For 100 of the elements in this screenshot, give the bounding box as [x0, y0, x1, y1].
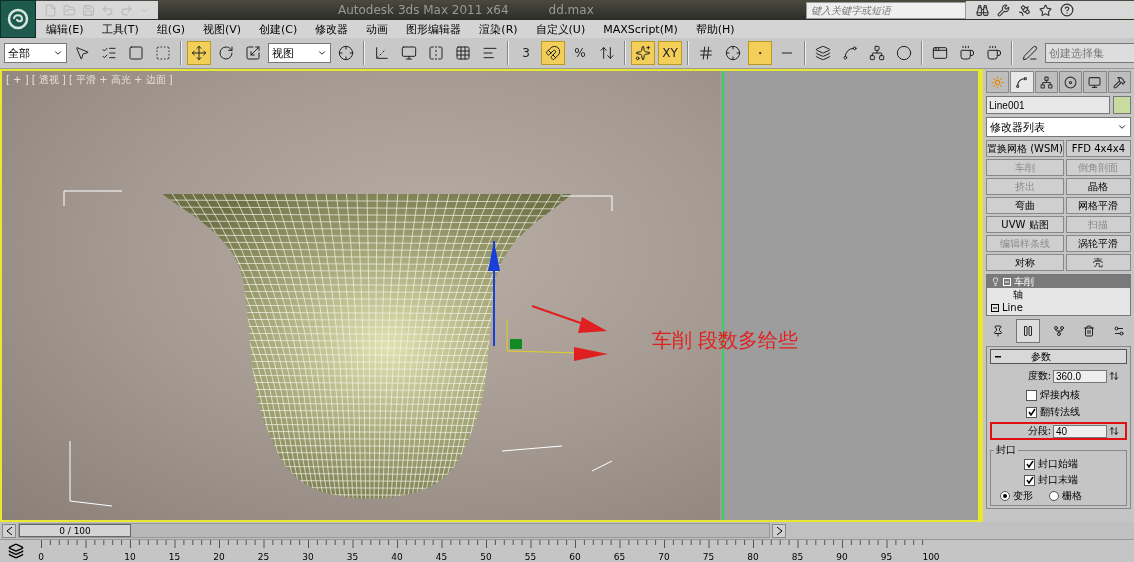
menu-item[interactable]: 动画: [366, 21, 389, 37]
ruler-label: 65: [613, 552, 626, 562]
checkbox[interactable]: [1026, 406, 1037, 418]
previous-frame-button[interactable]: [2, 523, 16, 538]
object-name-field[interactable]: Line001: [986, 96, 1110, 114]
menu-item[interactable]: 视图(V): [202, 21, 242, 37]
check-icon: [1027, 408, 1036, 416]
window-title: Autodesk 3ds Max 2011 x64: [338, 3, 509, 17]
panel-tab[interactable]: [1083, 71, 1107, 93]
ruler-label: 55: [524, 552, 537, 562]
checkbox[interactable]: [1024, 474, 1035, 486]
checkbox[interactable]: [1026, 389, 1037, 401]
spinner-icon[interactable]: [1109, 426, 1119, 436]
binoculars-icon[interactable]: [976, 3, 989, 17]
menu-item[interactable]: 编辑(E): [46, 21, 84, 37]
ruler-label: 90: [836, 552, 848, 562]
create-icon: [991, 75, 1005, 89]
checkbox-label: 封口末端: [1038, 473, 1078, 487]
app-logo-icon[interactable]: [0, 0, 36, 38]
modifier-button[interactable]: 晶格: [1065, 178, 1131, 195]
ruler-label: 25: [257, 552, 270, 562]
panel-tab[interactable]: [1034, 71, 1058, 93]
display-icon: [1088, 75, 1102, 89]
panel-tab[interactable]: [1059, 71, 1083, 93]
modifier-button[interactable]: UVW 贴图: [986, 216, 1064, 233]
collapse-icon[interactable]: [991, 303, 999, 312]
degrees-field[interactable]: 360.0: [1053, 369, 1107, 383]
ruler-label: 75: [702, 552, 715, 562]
menu-item[interactable]: 修改器: [315, 21, 349, 37]
ruler-label: 60: [569, 552, 581, 562]
stack-item[interactable]: 车削: [987, 275, 1130, 288]
radio-dot-icon: [1003, 494, 1007, 498]
file-name: dd.max: [548, 3, 594, 17]
configure-icon: [1113, 325, 1125, 337]
pin-icon: [992, 325, 1004, 337]
end-result-icon: [1022, 325, 1035, 337]
menu-item[interactable]: 渲染(R): [479, 21, 518, 37]
degrees-label: 度数:: [1027, 369, 1051, 383]
ruler-label: 20: [213, 552, 225, 562]
modifier-button[interactable]: FFD 4x4x4: [1065, 140, 1131, 157]
checkbox-label: 翻转法线: [1040, 405, 1080, 419]
hierarchy-icon: [1039, 75, 1053, 89]
help-icon[interactable]: [1060, 3, 1074, 17]
color-swatch[interactable]: [1113, 96, 1131, 114]
modifier-button[interactable]: 壳: [1065, 254, 1131, 271]
modifier-button[interactable]: 网格平滑: [1065, 197, 1131, 214]
snap-toggle-button[interactable]: 3: [514, 41, 538, 65]
checkbox[interactable]: [1024, 458, 1035, 470]
modifier-button[interactable]: 对称: [986, 254, 1064, 271]
key-icon[interactable]: [997, 3, 1010, 17]
menu-item[interactable]: 图形编辑器: [406, 21, 462, 37]
toolbar-dropdown[interactable]: 全部: [4, 43, 67, 63]
next-frame-button[interactable]: [772, 523, 786, 538]
ruler-label: 85: [791, 552, 804, 562]
satellite-icon[interactable]: [1018, 3, 1031, 17]
toolbar-dropdown[interactable]: 视图: [268, 43, 331, 63]
modifier-list-dropdown[interactable]: 修改器列表: [986, 117, 1131, 137]
radio-button[interactable]: [1000, 491, 1010, 501]
spinner-icon[interactable]: [1109, 371, 1119, 381]
snap-toggle-button[interactable]: %: [568, 41, 592, 65]
snap-toggle-button[interactable]: XY: [658, 41, 682, 65]
ruler-label: 30: [302, 552, 314, 562]
modifier-button[interactable]: 弯曲: [986, 197, 1064, 214]
modifier-button[interactable]: 涡轮平滑: [1065, 235, 1131, 252]
segments-field[interactable]: 40: [1053, 424, 1107, 438]
panel-tab[interactable]: [1107, 71, 1131, 93]
menu-item[interactable]: 帮助(H): [695, 21, 735, 37]
collapse-icon: [995, 355, 1001, 358]
star-icon[interactable]: [1039, 3, 1052, 17]
ruler-label: 40: [391, 552, 403, 562]
menu-item[interactable]: 工具(T): [101, 21, 139, 37]
radio-button[interactable]: [1049, 491, 1059, 501]
ruler-label: 80: [747, 552, 759, 562]
toolbar-dropdown[interactable]: 创建选择集: [1045, 43, 1134, 63]
menu-item[interactable]: 组(G): [156, 21, 185, 37]
menu-item[interactable]: MAXScript(M): [603, 22, 678, 36]
remove-icon: [1082, 325, 1095, 337]
stack-item[interactable]: Line: [987, 301, 1130, 314]
rollout-header[interactable]: 参数: [990, 349, 1127, 364]
ruler-label: 0: [38, 552, 44, 562]
checkbox-label: 焊接内核: [1040, 388, 1080, 402]
modifier-button[interactable]: 置换网格 (WSM): [986, 140, 1064, 157]
utilities-icon: [1112, 75, 1126, 89]
end-result-button[interactable]: [1016, 319, 1041, 343]
menu-item[interactable]: 自定义(U): [535, 21, 586, 37]
radio-label: 变形: [1013, 489, 1033, 503]
panel-tab[interactable]: [1010, 71, 1034, 93]
light-bulb-icon[interactable]: [991, 277, 1000, 286]
menu-item[interactable]: 创建(C): [259, 21, 298, 37]
angle-snap-icon[interactable]: [541, 41, 565, 65]
ruler-label: 95: [880, 552, 893, 562]
group-title: 封口: [995, 443, 1017, 457]
move-icon[interactable]: [187, 41, 211, 65]
ruler-label: 100: [922, 552, 940, 562]
caret-icon: [317, 48, 327, 58]
time-slider-thumb[interactable]: 0 / 100: [19, 524, 131, 537]
stack-item[interactable]: 轴: [987, 288, 1130, 301]
ruler-label: 45: [435, 552, 448, 562]
search-field[interactable]: 键入关键字或短语: [806, 1, 966, 19]
checkbox-label: 封口始端: [1038, 457, 1078, 471]
